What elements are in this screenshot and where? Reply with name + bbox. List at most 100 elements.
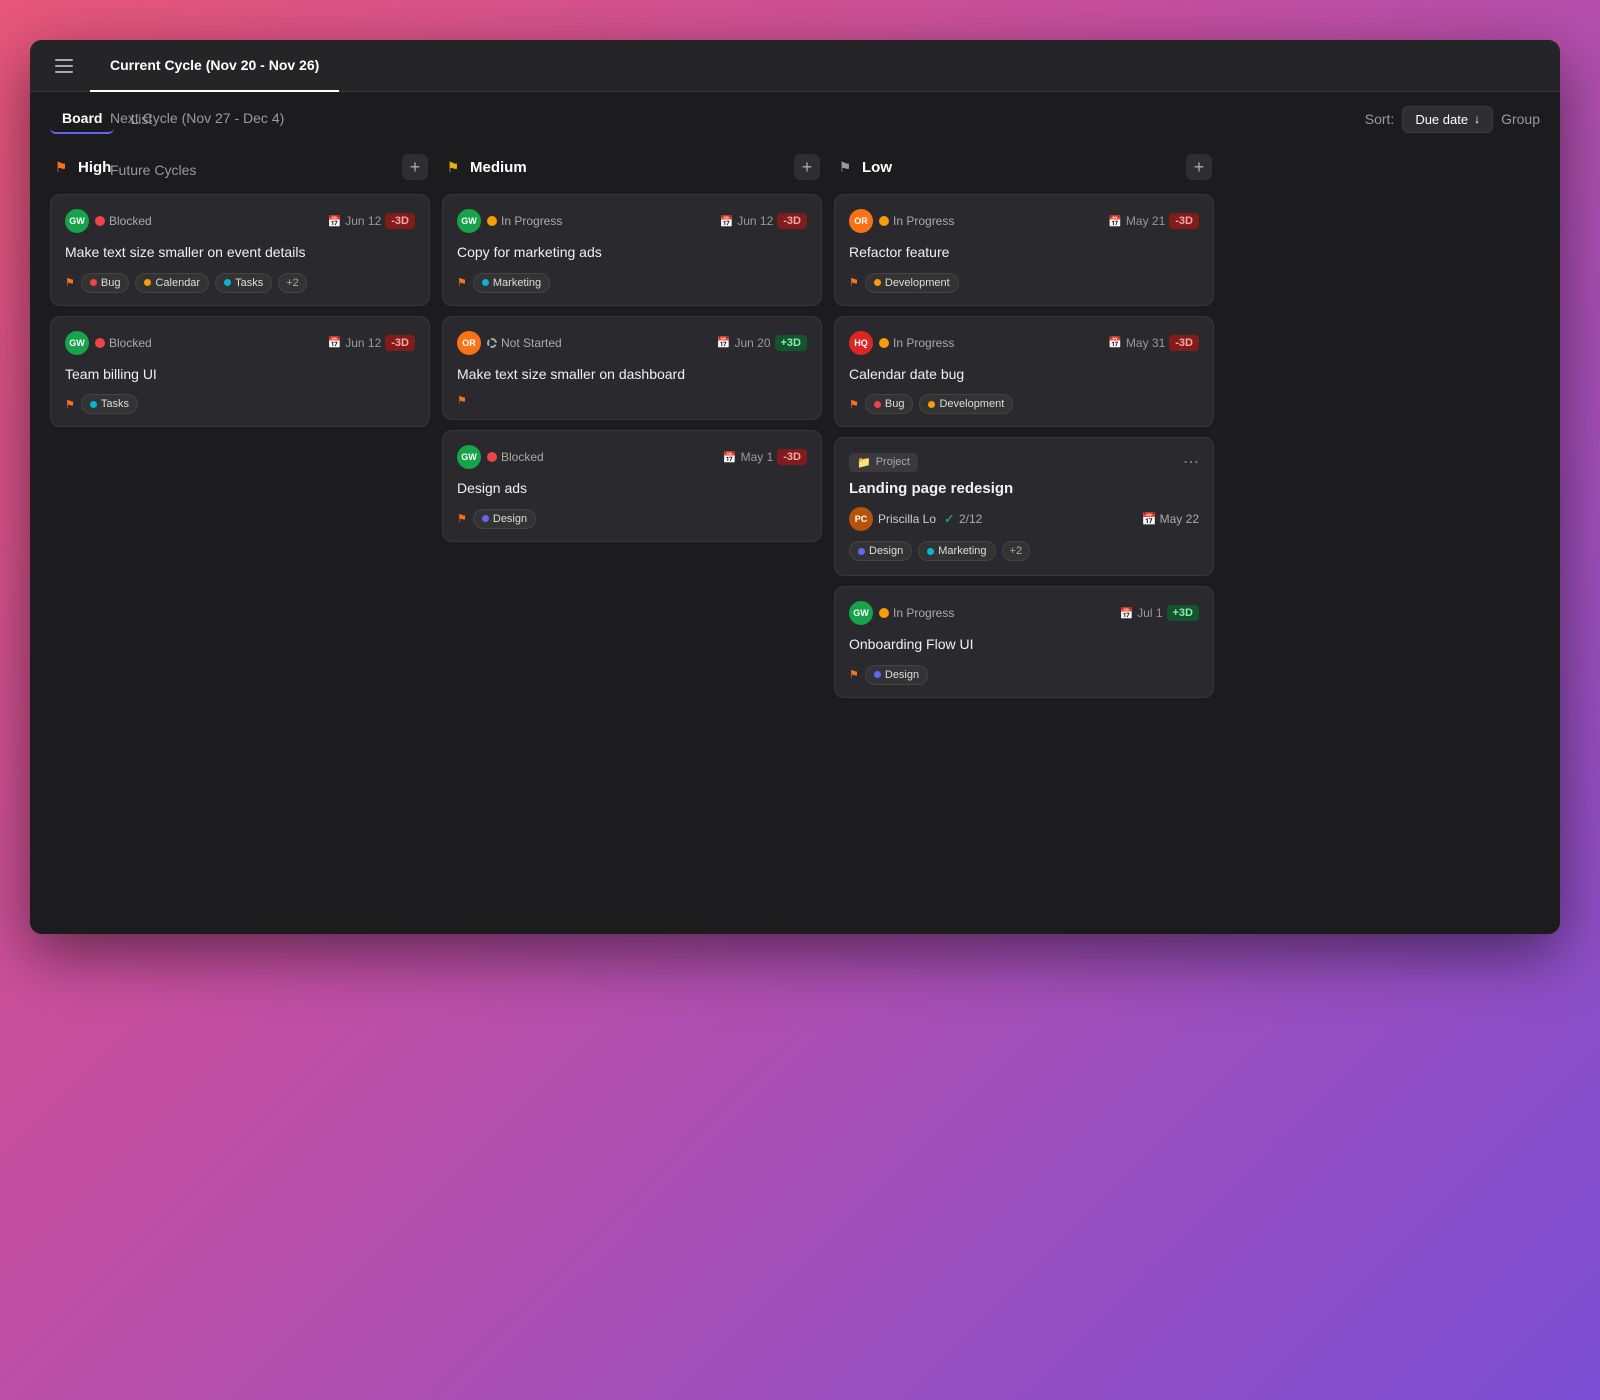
tag-dot <box>90 401 97 408</box>
task-card-c2[interactable]: GW Blocked 📅 Jun 12 -3D Team billing UI … <box>50 316 430 428</box>
sort-button[interactable]: Due date ↓ <box>1402 106 1493 133</box>
extra-tags-badge: +2 <box>278 273 307 293</box>
calendar-icon: 📅 <box>1108 215 1122 228</box>
column-header-low: ⚑ Low+ <box>834 150 1214 184</box>
tag-dot <box>874 671 881 678</box>
tag-label: Design <box>869 545 903 557</box>
card-tags: ⚑ Design <box>849 665 1199 685</box>
tag-label: Calendar <box>155 277 200 289</box>
overdue-badge: +3D <box>775 335 808 351</box>
tag-label: Development <box>885 277 950 289</box>
tag-design: Design <box>849 541 912 561</box>
user-name: Priscilla Lo <box>878 512 936 526</box>
card-tags: ⚑ Tasks <box>65 394 415 414</box>
status-dot <box>487 338 497 348</box>
add-card-button-low[interactable]: + <box>1186 154 1212 180</box>
card-tags: Design Marketing +2 <box>849 541 1199 561</box>
calendar-icon: 📅 <box>1119 607 1133 620</box>
tag-development: Development <box>865 273 959 293</box>
tag-design: Design <box>865 665 928 685</box>
avatar: PC <box>849 507 873 531</box>
status-dot <box>487 216 497 226</box>
priority-flag-icon: ⚑ <box>849 398 859 411</box>
task-card-c7[interactable]: HQ In Progress 📅 May 31 -3D Calendar dat… <box>834 316 1214 428</box>
date-value: May 21 <box>1126 214 1165 228</box>
tag-dot <box>928 401 935 408</box>
card-date: 📅 May 31 -3D <box>1108 335 1199 351</box>
card-tags: ⚑ Design <box>457 509 807 529</box>
calendar-icon: 📅 <box>717 336 731 349</box>
column-header-high: ⚑ High+ <box>50 150 430 184</box>
column-title-high: High <box>78 159 402 176</box>
calendar-icon: 📅 <box>720 215 734 228</box>
card-date: 📅 May 1 -3D <box>723 449 807 465</box>
column-header-medium: ⚑Medium+ <box>442 150 822 184</box>
menu-button[interactable] <box>46 48 82 84</box>
more-options-button[interactable]: ⋯ <box>1183 452 1199 472</box>
column-title-low: Low <box>862 159 1186 176</box>
tab-list[interactable]: List <box>118 105 164 133</box>
card-title: Team billing UI <box>65 365 415 385</box>
date-value: Jun 12 <box>345 214 381 228</box>
tag-label: Bug <box>885 398 905 410</box>
tag-dot <box>482 279 489 286</box>
tag-bug: Bug <box>865 394 914 414</box>
card-date: 📅 Jun 12 -3D <box>720 213 807 229</box>
status-label: Blocked <box>109 214 152 228</box>
task-card-c5[interactable]: GW Blocked 📅 May 1 -3D Design ads ⚑ <box>442 430 822 542</box>
top-nav: Past cyclesBacklogCurrent Cycle (Nov 20 … <box>30 40 1560 92</box>
project-card-c8[interactable]: 📁 Project ⋯ Landing page redesign PC Pri… <box>834 437 1214 576</box>
avatar: GW <box>849 601 873 625</box>
priority-flag-low: ⚑ <box>836 158 854 176</box>
overdue-badge: -3D <box>1169 213 1199 229</box>
avatar: GW <box>65 331 89 355</box>
status-badge: Blocked <box>487 450 544 464</box>
add-card-button-medium[interactable]: + <box>794 154 820 180</box>
overdue-badge: -3D <box>1169 335 1199 351</box>
card-title: Make text size smaller on dashboard <box>457 365 807 385</box>
card-tags: ⚑ <box>457 394 807 407</box>
status-badge: Not Started <box>487 336 562 350</box>
nav-tab-current[interactable]: Current Cycle (Nov 20 - Nov 26) <box>90 40 339 92</box>
tag-label: Design <box>885 669 919 681</box>
task-card-c4[interactable]: OR Not Started 📅 Jun 20 +3D Make text si… <box>442 316 822 421</box>
priority-flag-high: ⚑ <box>52 158 70 176</box>
card-tags: ⚑ Development <box>849 273 1199 293</box>
date-value: Jun 12 <box>345 336 381 350</box>
app-window: Past cyclesBacklogCurrent Cycle (Nov 20 … <box>30 40 1560 934</box>
date-value: Jun 12 <box>737 214 773 228</box>
date-value: May 1 <box>741 450 774 464</box>
overdue-badge: -3D <box>385 213 415 229</box>
card-date: 📅 Jun 12 -3D <box>328 335 415 351</box>
avatar: OR <box>849 209 873 233</box>
card-tags: ⚑ Bug Calendar <box>65 273 415 293</box>
tag-bug: Bug <box>81 273 130 293</box>
tag-dot <box>927 548 934 555</box>
add-card-button-high[interactable]: + <box>402 154 428 180</box>
task-card-c6[interactable]: OR In Progress 📅 May 21 -3D Refactor fea… <box>834 194 1214 306</box>
tag-calendar: Calendar <box>135 273 209 293</box>
tab-board[interactable]: Board <box>50 104 114 134</box>
calendar-icon: 📅 <box>1108 336 1122 349</box>
card-header: GW In Progress 📅 Jun 12 -3D <box>457 209 807 233</box>
column-low: ⚑ Low+ OR In Progress 📅 May 21 -3D Refact… <box>834 150 1214 914</box>
column-title-medium: Medium <box>470 159 794 176</box>
tag-dot <box>858 548 865 555</box>
task-card-c1[interactable]: GW Blocked 📅 Jun 12 -3D Make text size s… <box>50 194 430 306</box>
task-card-c9[interactable]: GW In Progress 📅 Jul 1 +3D Onboarding Fl… <box>834 586 1214 698</box>
date-value: Jul 1 <box>1137 606 1162 620</box>
date-value: May 31 <box>1126 336 1165 350</box>
overdue-badge: -3D <box>385 335 415 351</box>
card-header: HQ In Progress 📅 May 31 -3D <box>849 331 1199 355</box>
card-title: Design ads <box>457 479 807 499</box>
card-header: GW Blocked 📅 Jun 12 -3D <box>65 209 415 233</box>
priority-flag-icon: ⚑ <box>849 668 859 681</box>
sort-value: Due date <box>1415 112 1468 127</box>
card-header: GW In Progress 📅 Jul 1 +3D <box>849 601 1199 625</box>
project-badge: 📁 Project <box>849 453 918 472</box>
task-card-c3[interactable]: GW In Progress 📅 Jun 12 -3D Copy for mar… <box>442 194 822 306</box>
status-badge: In Progress <box>879 214 954 228</box>
tag-label: Development <box>939 398 1004 410</box>
date-value: Jun 20 <box>734 336 770 350</box>
card-title: Make text size smaller on event details <box>65 243 415 263</box>
